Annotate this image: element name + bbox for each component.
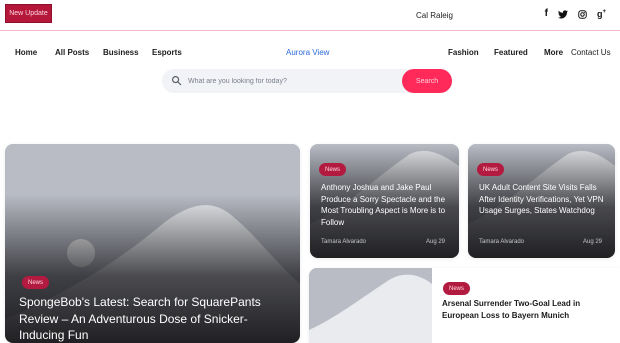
google-plus-icon[interactable]: g+ bbox=[597, 9, 606, 19]
twitter-icon[interactable] bbox=[557, 9, 568, 19]
nav-contact-us[interactable]: Contact Us bbox=[571, 48, 611, 57]
facebook-icon[interactable]: f bbox=[545, 9, 548, 19]
nav-featured[interactable]: Featured bbox=[494, 48, 528, 57]
search-icon bbox=[172, 76, 182, 86]
search-bar: Search bbox=[162, 69, 452, 93]
new-update-badge[interactable]: New Update bbox=[5, 4, 52, 23]
nav-fashion[interactable]: Fashion bbox=[448, 48, 479, 57]
category-tag[interactable]: News bbox=[22, 276, 50, 289]
post-date: Aug 29 bbox=[583, 239, 603, 245]
nav-home[interactable]: Home bbox=[15, 48, 37, 57]
post-card[interactable]: News UK Adult Content Site Visits Falls … bbox=[468, 144, 615, 258]
post-thumbnail[interactable] bbox=[309, 268, 432, 343]
post-title[interactable]: Arsenal Surrender Two-Goal Lead in Europ… bbox=[442, 298, 612, 322]
post-date: Aug 29 bbox=[426, 239, 446, 245]
category-tag[interactable]: News bbox=[319, 163, 347, 176]
social-links: f g+ bbox=[545, 9, 606, 19]
featured-post-title[interactable]: SpongeBob's Latest: Search for SquarePan… bbox=[19, 294, 289, 343]
nav-more[interactable]: More bbox=[544, 48, 563, 57]
instagram-icon[interactable] bbox=[578, 9, 587, 19]
nav-esports[interactable]: Esports bbox=[152, 48, 182, 57]
search-button[interactable]: Search bbox=[402, 69, 452, 93]
post-author[interactable]: Tamara Alvarado bbox=[479, 239, 524, 245]
post-card-horizontal[interactable]: News Arsenal Surrender Two-Goal Lead in … bbox=[309, 268, 620, 343]
post-author[interactable]: Tamara Alvarado bbox=[321, 239, 366, 245]
image-placeholder-icon bbox=[309, 268, 432, 343]
post-title[interactable]: UK Adult Content Site Visits Falls After… bbox=[479, 182, 609, 217]
category-tag[interactable]: News bbox=[477, 163, 505, 176]
post-title[interactable]: Anthony Joshua and Jake Paul Produce a S… bbox=[321, 182, 451, 228]
nav-business[interactable]: Business bbox=[103, 48, 139, 57]
search-input[interactable] bbox=[188, 69, 398, 93]
post-card[interactable]: News Anthony Joshua and Jake Paul Produc… bbox=[310, 144, 459, 258]
site-brand-link[interactable]: Aurora View bbox=[286, 48, 329, 57]
main-nav: Home All Posts Business Esports Aurora V… bbox=[0, 48, 620, 62]
author-name[interactable]: Cal Raleig bbox=[416, 11, 453, 20]
top-bar: New Update Cal Raleig f g+ bbox=[0, 0, 620, 31]
category-tag[interactable]: News bbox=[443, 282, 471, 295]
nav-all-posts[interactable]: All Posts bbox=[55, 48, 89, 57]
